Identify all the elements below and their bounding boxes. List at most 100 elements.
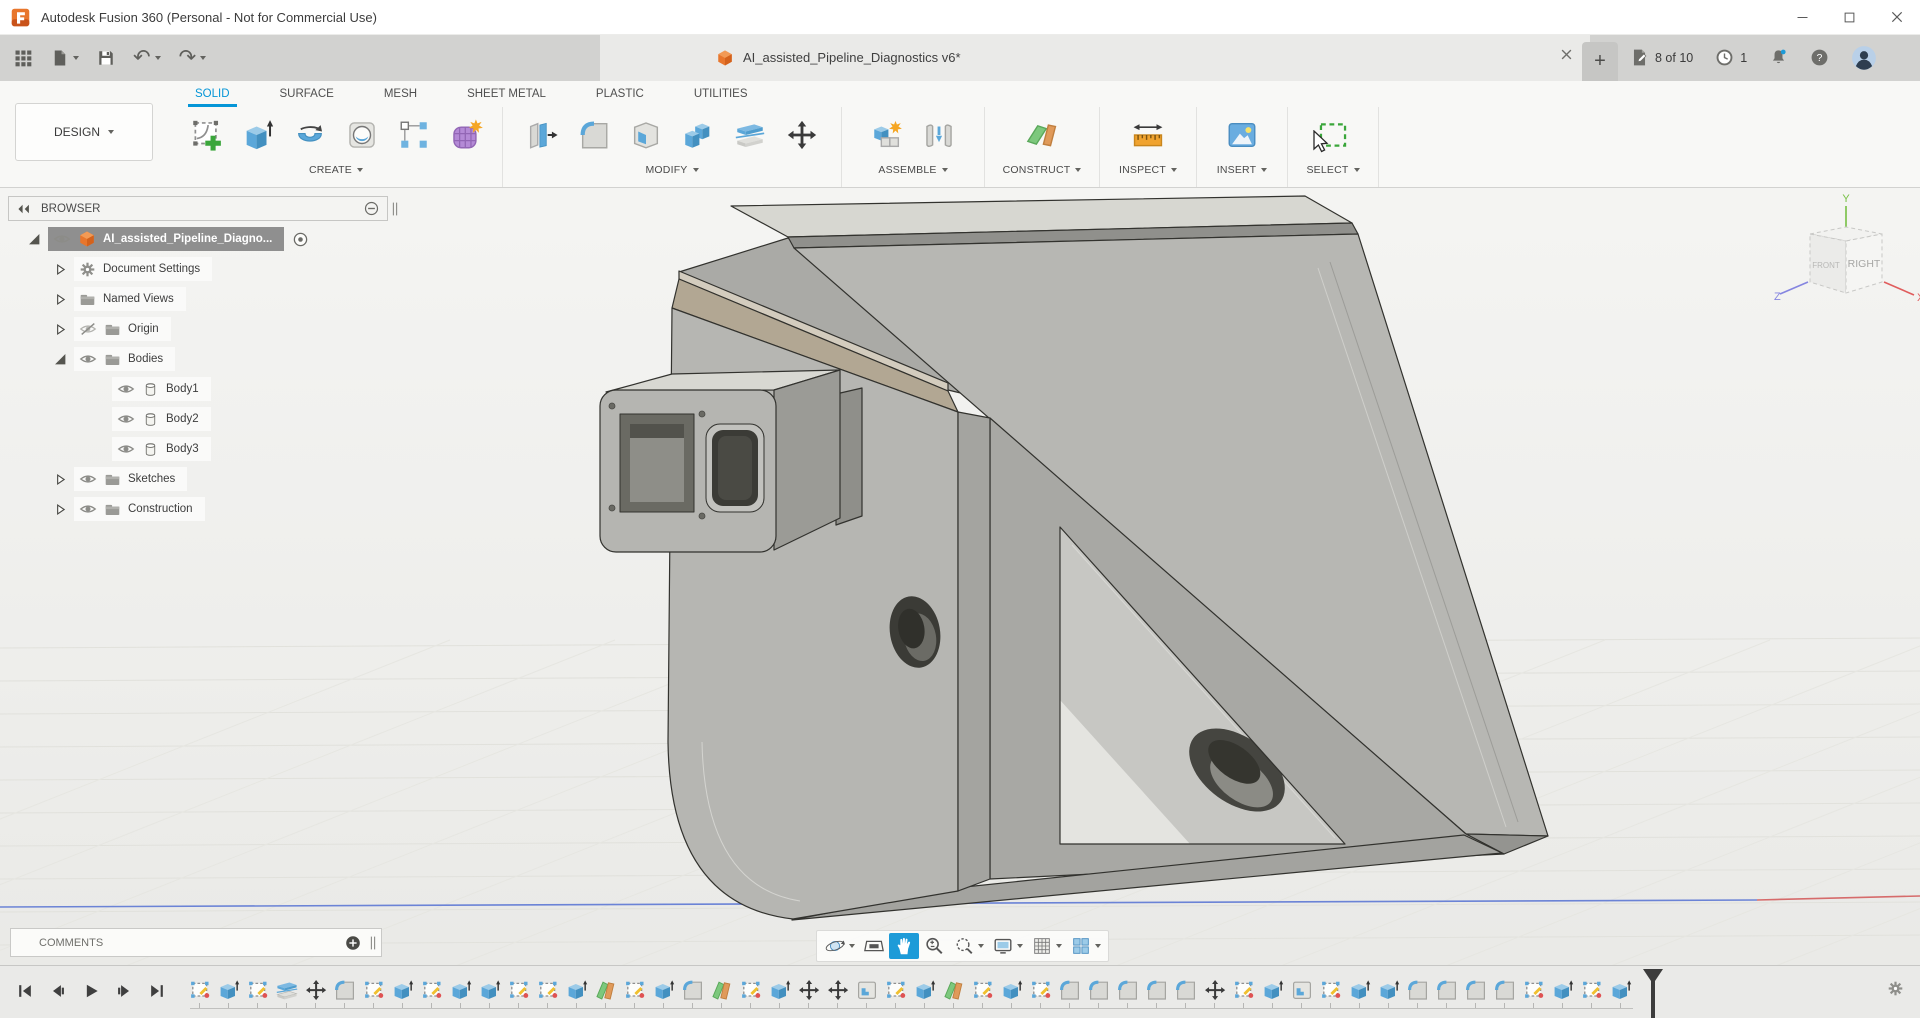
viewports-button[interactable] (1066, 933, 1105, 959)
step-forward-button[interactable] (111, 978, 137, 1004)
eye-icon[interactable] (79, 500, 97, 518)
skip-start-button[interactable] (12, 978, 38, 1004)
close-tab-icon[interactable] (1559, 47, 1574, 62)
help-button[interactable]: ? (1810, 48, 1829, 67)
expanded-triangle-icon[interactable] (26, 233, 42, 246)
collapsed-triangle-icon[interactable] (52, 263, 68, 276)
revolve-button[interactable] (290, 115, 330, 155)
minus-circle-icon[interactable] (364, 201, 379, 216)
target-icon[interactable] (292, 231, 309, 248)
timeline-feature-extrude[interactable] (1261, 978, 1285, 1002)
timeline-feature-sketch[interactable] (246, 978, 270, 1002)
timeline-feature-extrude[interactable] (652, 978, 676, 1002)
collapsed-triangle-icon[interactable] (52, 503, 68, 516)
timeline-feature-extrude[interactable] (565, 978, 589, 1002)
timeline-feature-sketch[interactable] (536, 978, 560, 1002)
timeline-feature-fillet[interactable] (1145, 978, 1169, 1002)
create-sketch-button[interactable] (186, 115, 226, 155)
tab-plastic[interactable]: PLASTIC (571, 81, 669, 107)
eye-icon[interactable] (79, 350, 97, 368)
app-grid-button[interactable] (6, 40, 40, 76)
timeline-feature-sketch[interactable] (623, 978, 647, 1002)
close-button[interactable] (1873, 1, 1920, 34)
collapsed-triangle-icon[interactable] (52, 323, 68, 336)
timeline-feature-shell[interactable] (855, 978, 879, 1002)
group-dropdown-inspect[interactable]: INSPECT (1119, 164, 1177, 176)
minimize-button[interactable] (1779, 1, 1826, 34)
fillet-button[interactable] (574, 115, 614, 155)
timeline-feature-plane[interactable] (942, 978, 966, 1002)
extrude-button[interactable] (238, 115, 278, 155)
new-tab-button[interactable]: + (1582, 42, 1618, 81)
timeline-feature-fillet[interactable] (333, 978, 357, 1002)
browser-item-sketches[interactable]: Sketches (74, 467, 187, 491)
timeline-feature-extrude[interactable] (1609, 978, 1633, 1002)
add-comment-icon[interactable] (345, 935, 361, 951)
timeline-feature-extrude[interactable] (1551, 978, 1575, 1002)
timeline-feature-sketch[interactable] (1319, 978, 1343, 1002)
timeline-feature-sketch[interactable] (1580, 978, 1604, 1002)
orbit-button[interactable] (820, 933, 859, 959)
timeline-feature-sketch[interactable] (1232, 978, 1256, 1002)
timeline-feature-fillet[interactable] (1435, 978, 1459, 1002)
collapse-panel-icon[interactable] (17, 204, 31, 214)
eye-icon[interactable] (53, 230, 71, 248)
timeline-feature-extrude[interactable] (449, 978, 473, 1002)
group-dropdown-select[interactable]: SELECT (1306, 164, 1359, 176)
browser-header[interactable]: BROWSER (8, 196, 388, 221)
maximize-button[interactable] (1826, 1, 1873, 34)
timeline-feature-extrude[interactable] (1348, 978, 1372, 1002)
look-at-button[interactable] (859, 933, 889, 959)
comments-grip-icon[interactable] (369, 935, 377, 951)
document-tab[interactable]: AI_assisted_Pipeline_Diagnostics v6* (600, 34, 1590, 81)
browser-item-origin[interactable]: Origin (74, 317, 171, 341)
timeline-feature-sketch[interactable] (1029, 978, 1053, 1002)
account-avatar[interactable] (1851, 45, 1877, 71)
group-dropdown-create[interactable]: CREATE (309, 164, 363, 176)
timeline-feature-sketch[interactable] (884, 978, 908, 1002)
cad-model-body[interactable] (600, 196, 1548, 920)
timeline-feature-fillet[interactable] (1116, 978, 1140, 1002)
split-button[interactable] (730, 115, 770, 155)
notifications-button[interactable] (1769, 48, 1788, 67)
tab-sheet-metal[interactable]: SHEET METAL (442, 81, 571, 107)
timeline-feature-move[interactable] (826, 978, 850, 1002)
timeline-feature-fillet[interactable] (1058, 978, 1082, 1002)
timeline-feature-fillet[interactable] (1406, 978, 1430, 1002)
timeline-feature-plane[interactable] (710, 978, 734, 1002)
timeline-feature-move[interactable] (1203, 978, 1227, 1002)
combine-button[interactable] (678, 115, 718, 155)
timeline-feature-sketch[interactable] (507, 978, 531, 1002)
timeline-feature-sketch[interactable] (188, 978, 212, 1002)
timeline-position-marker[interactable] (1642, 969, 1664, 1018)
tab-surface[interactable]: SURFACE (255, 81, 359, 107)
timeline-feature-split[interactable] (275, 978, 299, 1002)
construction-plane-button[interactable] (1022, 115, 1062, 155)
timeline-feature-shell[interactable] (1290, 978, 1314, 1002)
timeline-feature-extrude[interactable] (768, 978, 792, 1002)
layout-grid-button[interactable] (1027, 933, 1066, 959)
timeline-feature-extrude[interactable] (1377, 978, 1401, 1002)
pattern-button[interactable] (394, 115, 434, 155)
group-dropdown-assemble[interactable]: ASSEMBLE (878, 164, 947, 176)
comments-bar[interactable]: COMMENTS (10, 928, 382, 957)
job-status-button[interactable]: 8 of 10 (1630, 48, 1693, 67)
eye-icon[interactable] (117, 380, 135, 398)
hole-button[interactable] (342, 115, 382, 155)
pan-button[interactable] (889, 933, 919, 959)
eye-icon[interactable] (117, 410, 135, 428)
view-cube[interactable]: YZXFRONTRIGHT (1768, 192, 1920, 315)
group-dropdown-construct[interactable]: CONSTRUCT (1003, 164, 1082, 176)
collapsed-triangle-icon[interactable] (52, 473, 68, 486)
timeline-feature-fillet[interactable] (1174, 978, 1198, 1002)
eye-off-icon[interactable] (79, 320, 97, 338)
browser-item-bodies[interactable]: Bodies (74, 347, 175, 371)
play-button[interactable] (78, 978, 104, 1004)
browser-item-body2[interactable]: Body2 (112, 407, 211, 431)
browser-item-construction[interactable]: Construction (74, 497, 205, 521)
tab-solid[interactable]: SOLID (170, 81, 255, 107)
joint-button[interactable] (919, 115, 959, 155)
undo-button[interactable]: ↶ (126, 40, 168, 76)
timeline-feature-sketch[interactable] (420, 978, 444, 1002)
browser-item-body1[interactable]: Body1 (112, 377, 211, 401)
